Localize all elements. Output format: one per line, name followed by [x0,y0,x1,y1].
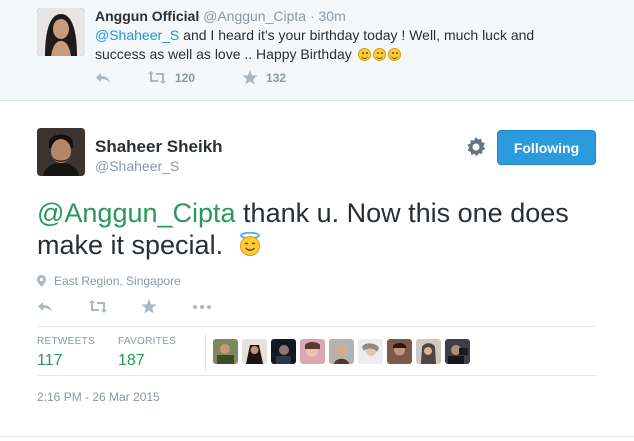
retweets-label: RETWEETS [37,336,95,347]
favoriters-avatar-strip [213,339,474,364]
retweet-icon [148,71,166,84]
tweet-text: @Anggun_Cipta thank u. Now this one does… [37,197,577,261]
author-avatar[interactable] [37,128,85,176]
reply-button[interactable] [37,301,53,313]
reply-text: @Shaheer_S and I heard it's your birthda… [95,26,555,64]
location-pin-icon [37,275,46,287]
tweet-timestamp[interactable]: 2:16 PM - 26 Mar 2015 [37,390,160,404]
favoriter-avatar[interactable] [329,339,354,364]
favorites-count: 187 [118,352,145,369]
retweets-count: 117 [37,352,63,369]
stats-separator [205,334,206,372]
reply-mention-link[interactable]: @Shaheer_S [95,27,179,43]
favoriter-avatar[interactable] [445,339,470,364]
smiley-emoji-icon [387,48,401,61]
reply-author-handle[interactable]: @Anggun_Cipta [203,8,306,24]
reply-favorite-button[interactable]: 132 [242,70,286,85]
reply-author-avatar[interactable] [37,8,85,56]
favoriter-avatar[interactable] [387,339,412,364]
favoriter-avatar[interactable] [271,339,296,364]
reply-tweet: Anggun Official @Anggun_Cipta · 30m @Sha… [0,0,634,101]
smiley-emoji-icon [372,48,386,61]
retweet-icon [89,300,107,313]
user-actions-gear-button[interactable] [466,137,486,157]
reply-retweet-button[interactable]: 120 [147,71,195,85]
smiley-emoji-icon [357,48,371,61]
star-icon [242,70,258,85]
stats-divider-top [37,326,596,327]
author-handle[interactable]: @Shaheer_S [95,158,179,174]
tweet-actions [37,299,211,314]
tweet-mention-link[interactable]: @Anggun_Cipta [37,198,236,228]
reply-time-ago[interactable]: 30m [319,8,346,24]
reply-reply-button[interactable] [95,72,111,84]
favoriter-avatar[interactable] [213,339,238,364]
smiling-face-with-halo-icon [239,232,260,256]
retweet-button[interactable] [88,300,108,313]
bottom-divider [0,436,634,437]
tweet-location[interactable]: East Region, Singapore [37,274,181,288]
favoriter-avatar[interactable] [300,339,325,364]
favoriter-avatar[interactable] [242,339,267,364]
more-button[interactable] [193,304,211,309]
favoriter-avatar[interactable] [416,339,441,364]
reply-author-name[interactable]: Anggun Official [95,8,199,24]
star-icon [141,299,157,314]
more-dots-icon [193,304,211,309]
reply-favorite-count: 132 [266,70,287,85]
reply-icon [38,301,52,312]
author-name[interactable]: Shaheer Sheikh [95,137,223,157]
retweets-stat[interactable]: RETWEETS 117 [37,336,95,370]
gear-icon [467,137,486,157]
location-label: East Region, Singapore [54,274,181,288]
stats-divider-bottom [37,375,596,376]
reply-header: Anggun Official @Anggun_Cipta · 30m [95,8,346,24]
favoriter-avatar[interactable] [358,339,383,364]
favorites-label: FAVORITES [118,336,177,347]
reply-icon [96,72,110,83]
favorite-button[interactable] [141,299,157,314]
following-button[interactable]: Following [497,130,596,165]
reply-separator: · [309,8,315,24]
reply-actions: 120 132 [95,70,286,85]
favorites-stat[interactable]: FAVORITES 187 [118,336,176,370]
reply-retweet-count: 120 [175,70,196,85]
